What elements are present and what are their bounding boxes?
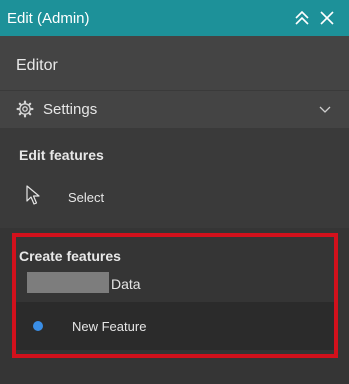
close-icon [320, 11, 334, 25]
collapse-button[interactable] [291, 7, 313, 29]
editor-header: Editor [0, 36, 349, 90]
double-chevron-up-icon [295, 11, 309, 25]
chevron-down-icon [319, 106, 331, 113]
highlight-box [12, 233, 338, 358]
select-tool-button[interactable]: Select [0, 174, 349, 218]
window-title: Edit (Admin) [7, 9, 90, 27]
settings-label: Settings [43, 101, 98, 118]
select-label: Select [68, 190, 105, 205]
close-button[interactable] [316, 7, 338, 29]
settings-toggle[interactable]: Settings [0, 90, 349, 128]
window-titlebar: Edit (Admin) [0, 0, 349, 36]
edit-features-heading: Edit features [19, 147, 104, 163]
cursor-arrow-icon [26, 185, 40, 205]
editor-title: Editor [16, 57, 58, 74]
gear-icon [16, 100, 34, 118]
